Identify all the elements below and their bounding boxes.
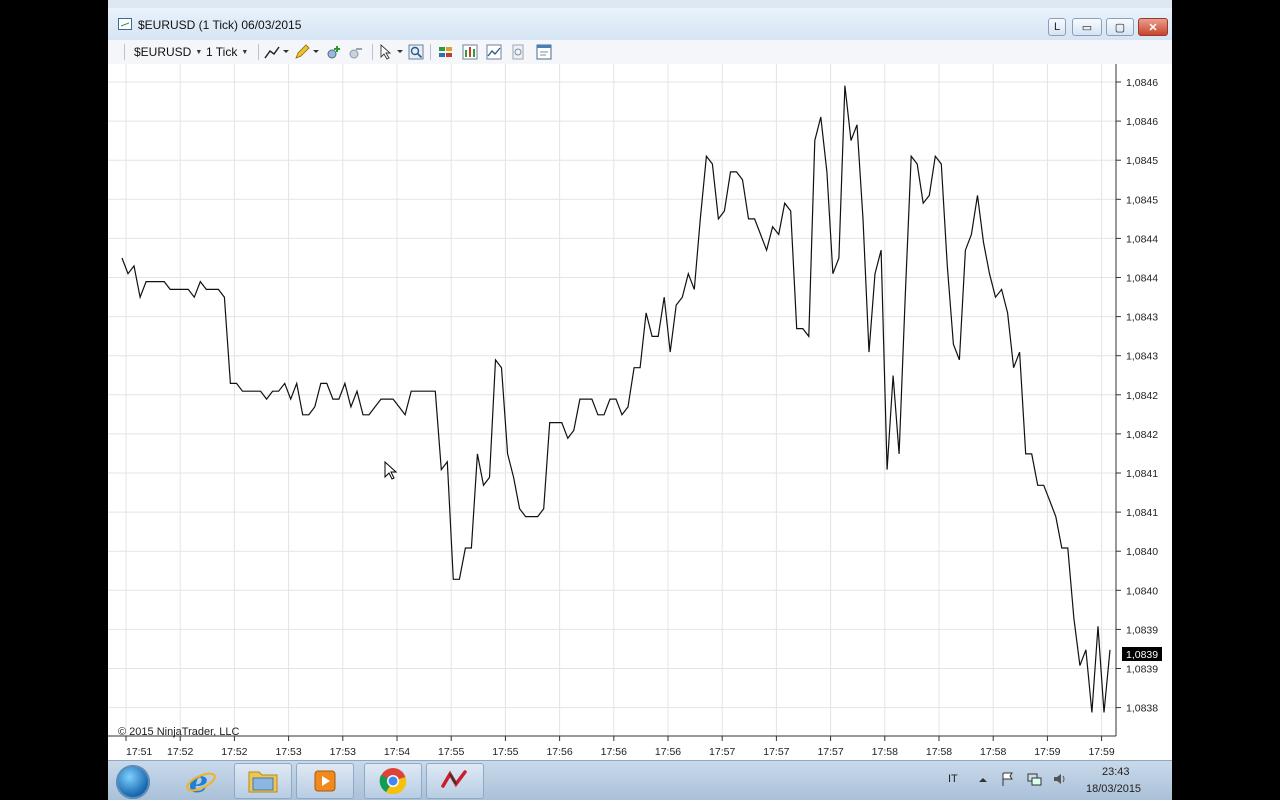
- last-price-label: 1,0839: [1126, 649, 1158, 661]
- x-tick-label: 17:56: [655, 746, 681, 758]
- chart-trader-icon[interactable]: [438, 44, 454, 60]
- x-tick-label: 17:58: [872, 746, 898, 758]
- properties-icon[interactable]: [536, 44, 552, 60]
- network-icon[interactable]: [1026, 771, 1042, 787]
- x-tick-label: 17:53: [275, 746, 301, 758]
- magnifier-icon[interactable]: [408, 44, 424, 60]
- x-tick-label: 17:52: [167, 746, 193, 758]
- toolbar-grip: [124, 44, 125, 60]
- price-line: [121, 85, 1111, 713]
- pencil-icon[interactable]: [294, 44, 320, 60]
- x-tick-label: 17:56: [601, 746, 627, 758]
- clock-date[interactable]: 18/03/2015: [1086, 783, 1141, 795]
- data-series-icon[interactable]: [462, 44, 478, 60]
- y-tick-label: 1,0843: [1126, 351, 1158, 363]
- window-titlebar: $EURUSD (1 Tick) 06/03/2015 L ▭ ▢ ✕: [108, 8, 1172, 41]
- x-tick-label: 17:57: [763, 746, 789, 758]
- y-tick-label: 1,0845: [1126, 155, 1158, 167]
- y-tick-label: 1,0842: [1126, 429, 1158, 441]
- zoom-in-icon[interactable]: [326, 44, 342, 60]
- x-tick-label: 17:51: [126, 746, 152, 758]
- folder-icon: [248, 771, 278, 793]
- strategies-icon[interactable]: [510, 44, 526, 60]
- y-tick-label: 1,0840: [1126, 546, 1158, 558]
- x-tick-label: 17:52: [221, 746, 247, 758]
- toolbar-separator: [372, 44, 373, 60]
- maximize-button[interactable]: ▢: [1106, 18, 1134, 36]
- chrome-icon: [379, 768, 407, 795]
- x-tick-label: 17:53: [330, 746, 356, 758]
- x-tick-label: 17:54: [384, 746, 410, 758]
- chart-window-icon: [118, 18, 132, 30]
- x-tick-label: 17:59: [1088, 746, 1114, 758]
- interval-selector[interactable]: 1 Tick ▼: [206, 44, 248, 60]
- x-tick-label: 17:59: [1034, 746, 1060, 758]
- chrome-button[interactable]: [364, 763, 422, 799]
- y-tick-label: 1,0840: [1126, 585, 1158, 597]
- taskbar: e IT 23:43 18/03/2015: [108, 760, 1172, 800]
- chart-toolbar: $EURUSD ▼ 1 Tick ▼: [108, 40, 1172, 65]
- layout-button[interactable]: L: [1048, 18, 1066, 36]
- chevron-down-icon: ▼: [195, 48, 203, 56]
- interval-label: 1 Tick: [206, 45, 238, 59]
- y-tick-label: 1,0845: [1126, 194, 1158, 206]
- toolbar-separator: [258, 44, 259, 60]
- drawing-tools-icon[interactable]: [264, 44, 290, 60]
- price-chart[interactable]: 1,0846 1,0846 1,0845 1,0845 1,0844 1,0844 1,08…: [108, 64, 1172, 760]
- last-price-badge: 1,0839: [1122, 647, 1162, 661]
- file-explorer-button[interactable]: [234, 763, 292, 799]
- x-tick-label: 17:58: [926, 746, 952, 758]
- y-tick-label: 1,0841: [1126, 468, 1158, 480]
- x-tick-label: 17:58: [980, 746, 1006, 758]
- volume-icon[interactable]: [1052, 771, 1068, 787]
- y-tick-label: 1,0844: [1126, 233, 1158, 245]
- minimize-button[interactable]: ▭: [1072, 18, 1102, 36]
- indicators-icon[interactable]: [486, 44, 502, 60]
- y-tick-label: 1,0846: [1126, 116, 1158, 128]
- close-button[interactable]: ✕: [1138, 18, 1168, 36]
- chevron-down-icon: ▼: [241, 48, 249, 56]
- clock-time[interactable]: 23:43: [1102, 766, 1130, 778]
- tray-expand-icon[interactable]: [978, 775, 988, 785]
- start-button[interactable]: [116, 765, 150, 799]
- window-title: $EURUSD (1 Tick) 06/03/2015: [138, 18, 302, 32]
- y-tick-label: 1,0839: [1126, 624, 1158, 636]
- x-tick-label: 17:55: [438, 746, 464, 758]
- instrument-label: $EURUSD: [134, 45, 192, 59]
- language-indicator[interactable]: IT: [948, 773, 958, 785]
- x-tick-label: 17:56: [546, 746, 572, 758]
- y-tick-label: 1,0838: [1126, 703, 1158, 715]
- internet-explorer-icon: e: [186, 765, 216, 797]
- y-tick-label: 1,0841: [1126, 507, 1158, 519]
- media-player-icon: [314, 770, 336, 792]
- y-tick-label: 1,0846: [1126, 77, 1158, 89]
- x-tick-label: 17:55: [492, 746, 518, 758]
- action-center-flag-icon[interactable]: [1000, 771, 1016, 787]
- y-tick-label: 1,0844: [1126, 273, 1158, 285]
- ninjatrader-button[interactable]: [426, 763, 484, 799]
- media-player-button[interactable]: [296, 763, 354, 799]
- pointer-icon[interactable]: [378, 44, 404, 60]
- zoom-out-icon[interactable]: [348, 44, 364, 60]
- internet-explorer-button[interactable]: e: [172, 763, 230, 799]
- x-tick-label: 17:57: [817, 746, 843, 758]
- x-tick-label: 17:57: [709, 746, 735, 758]
- toolbar-separator: [430, 44, 431, 60]
- y-tick-label: 1,0839: [1126, 664, 1158, 676]
- ninjatrader-icon: [441, 770, 467, 788]
- mouse-cursor-icon: [384, 461, 398, 480]
- price-chart-canvas[interactable]: 1,0846 1,0846 1,0845 1,0845 1,0844 1,0844 1,08…: [108, 64, 1172, 760]
- instrument-selector[interactable]: $EURUSD ▼: [134, 44, 202, 60]
- y-tick-label: 1,0843: [1126, 312, 1158, 324]
- y-tick-label: 1,0842: [1126, 390, 1158, 402]
- copyright-label: © 2015 NinjaTrader, LLC: [118, 726, 239, 738]
- screen: $EURUSD (1 Tick) 06/03/2015 L ▭ ▢ ✕ $EUR…: [108, 0, 1172, 800]
